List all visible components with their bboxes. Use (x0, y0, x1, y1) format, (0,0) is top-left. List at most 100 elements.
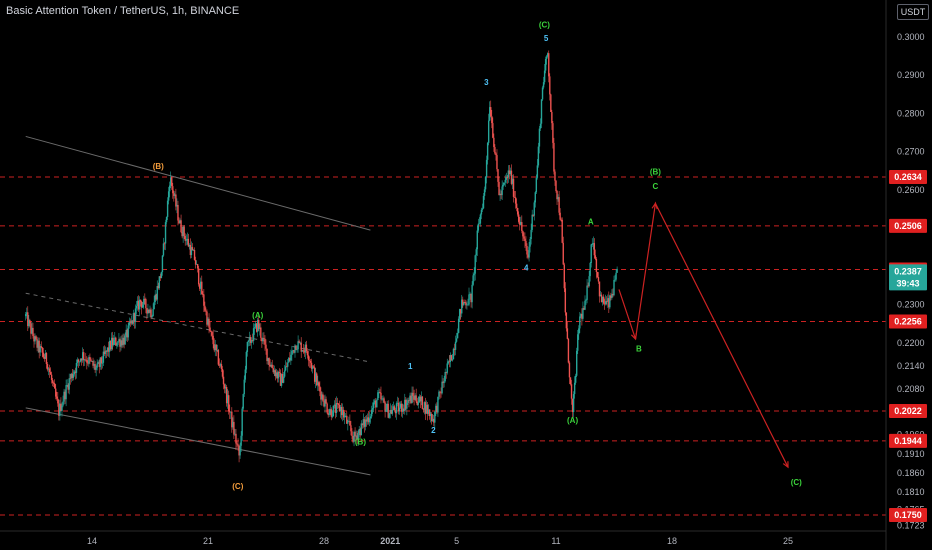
candle (395, 401, 398, 420)
candle-body (455, 338, 458, 342)
candle-body (577, 334, 579, 351)
level-price-tag[interactable]: 0.2634 (889, 169, 927, 184)
candle-body (576, 350, 578, 376)
candle-body (90, 359, 92, 362)
candle-body (265, 344, 267, 349)
candle-body (415, 395, 417, 402)
candle-body (253, 327, 256, 329)
candle-body (295, 345, 297, 350)
candle-body (531, 214, 533, 230)
candles (25, 50, 618, 463)
candle (512, 174, 515, 203)
candle (468, 287, 470, 307)
horizontal-levels (0, 176, 886, 516)
candle (180, 214, 182, 234)
candle (367, 410, 370, 425)
date-tick-label: 11 (551, 536, 560, 546)
candle-body (441, 381, 443, 394)
candle-body (287, 362, 289, 367)
level-price-tag[interactable]: 0.1750 (889, 508, 927, 522)
candle-body (134, 308, 137, 322)
candle-body (614, 279, 616, 281)
candle-body (183, 226, 185, 237)
wave-label: 5 (544, 34, 549, 43)
candle-body (472, 275, 474, 285)
candle-body (290, 354, 292, 361)
channel-line[interactable] (25, 292, 371, 363)
candle (368, 411, 371, 427)
candle-body (95, 367, 97, 370)
candle-body (69, 378, 71, 380)
candle-body (533, 202, 535, 216)
candle-body (335, 402, 338, 413)
candle (130, 315, 133, 326)
candle-body (268, 358, 270, 365)
candle (326, 402, 328, 414)
candle (40, 341, 42, 349)
last-price-tag[interactable]: 0.2387 39:43 (889, 264, 927, 291)
channel-line[interactable] (25, 135, 371, 231)
projection-path[interactable] (618, 201, 789, 468)
candle-body (201, 281, 203, 295)
candle-body (151, 316, 153, 318)
candle (268, 357, 270, 371)
level-price-tag[interactable]: 0.2022 (889, 403, 927, 418)
candle-body (454, 341, 457, 350)
candle (300, 337, 302, 358)
candle (330, 407, 332, 421)
wave-label: 4 (524, 263, 529, 272)
date-tick-label: 28 (319, 536, 329, 546)
candle (252, 323, 255, 345)
candle (613, 275, 615, 297)
candle (446, 358, 448, 375)
candle-body (51, 379, 54, 383)
candle-body (163, 243, 166, 245)
candle-body (552, 123, 554, 143)
candle-body (542, 82, 545, 88)
price-tick-label: 0.1860 (897, 468, 925, 478)
wave-label: (B) (153, 162, 164, 171)
level-price-tag-text: 0.2022 (894, 406, 922, 416)
candle-body (530, 229, 532, 240)
currency-badge[interactable]: USDT (897, 4, 929, 20)
candle (415, 388, 417, 404)
candle-body (233, 421, 235, 435)
candle-body (369, 416, 372, 419)
candle-body (545, 56, 548, 59)
candle-body (252, 328, 255, 341)
candle-body (572, 394, 575, 413)
candle (383, 396, 385, 404)
candle-body (483, 189, 486, 196)
candle-body (152, 309, 154, 317)
candle-body (245, 351, 248, 370)
candle-body (162, 243, 165, 256)
wave-label: (A) (252, 311, 263, 320)
channel-line[interactable] (25, 407, 371, 476)
candle-body (243, 379, 245, 395)
candle-body (516, 207, 519, 215)
level-price-tag[interactable]: 0.2256 (889, 314, 927, 329)
price-chart[interactable]: (B) (C) (A) (B) 1 2 3 4 5 (C) (A) A B (B) C (C) 0.3000 0… (0, 0, 932, 550)
candle-body (244, 369, 246, 380)
level-price-tag-text: 0.1750 (894, 510, 922, 520)
candle-body (177, 204, 179, 221)
candle (584, 295, 586, 311)
candle-body (165, 216, 168, 223)
candle (572, 391, 575, 418)
candle (83, 348, 85, 367)
candle-body (143, 298, 145, 305)
candle (541, 85, 544, 102)
level-price-tag[interactable]: 0.2506 (889, 218, 927, 233)
candle-body (127, 325, 129, 338)
date-tick-label: 25 (783, 536, 793, 546)
candle-body (117, 341, 119, 345)
candle-body (370, 409, 373, 417)
price-tick-label: 0.2800 (897, 108, 925, 118)
candle-body (582, 308, 584, 319)
candle-body (526, 246, 528, 255)
wave-label: (B) (355, 437, 366, 446)
candle (297, 335, 299, 353)
price-tick-label: 0.2080 (897, 384, 925, 394)
level-price-tag[interactable]: 0.1944 (889, 433, 927, 448)
candle-body (493, 137, 495, 148)
